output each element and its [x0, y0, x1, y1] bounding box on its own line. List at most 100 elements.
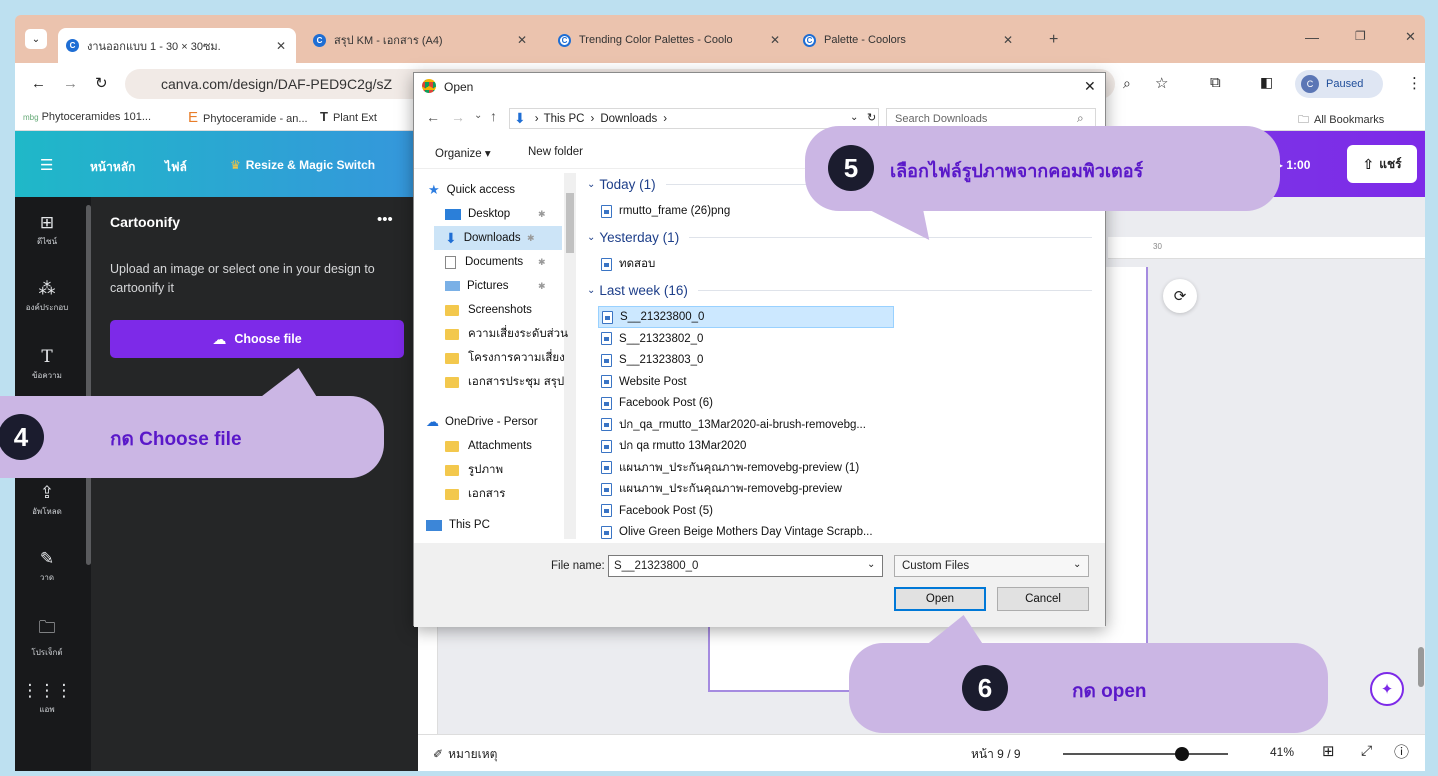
resize-magic-switch[interactable]: ♛ Resize & Magic Switch [230, 158, 375, 172]
organize-menu[interactable]: Organize ▾ [435, 146, 491, 160]
rail-projects[interactable]: 🗀 โปรเจ็กต์ [15, 615, 79, 659]
chevron-down-icon[interactable]: ⌄ [867, 559, 875, 570]
page-refresh-button[interactable]: ⟳ [1163, 279, 1197, 313]
nav-item[interactable]: This PC [426, 513, 490, 537]
file-list-scrollbar[interactable] [1097, 439, 1105, 539]
file-item[interactable]: Facebook Post (6) [601, 392, 713, 414]
file-item[interactable]: ทดสอบ [601, 253, 655, 275]
bookmark-star-icon[interactable]: ☆ [1155, 74, 1168, 92]
grid-view-icon[interactable]: ⊞ [1322, 742, 1335, 760]
nav-scrollbar[interactable] [564, 173, 576, 539]
file-menu[interactable]: ไฟล์ [165, 158, 187, 177]
new-folder-button[interactable]: New folder [528, 146, 583, 158]
nav-item[interactable]: ⬇ Downloads ✱ [434, 226, 562, 250]
file-item[interactable]: ปก qa rmutto 13Mar2020 [601, 435, 746, 457]
file-item[interactable]: แผนภาพ_ประกันคุณภาพ-removebg-preview [601, 478, 842, 500]
share-button[interactable]: ⇧ แชร์ [1347, 145, 1417, 183]
hamburger-menu-icon[interactable]: ☰ [40, 156, 53, 174]
home-link[interactable]: หน้าหลัก [90, 158, 135, 177]
cancel-button[interactable]: Cancel [997, 587, 1089, 611]
rail-elements[interactable]: ⁂ องค์ประกอบ [15, 279, 79, 314]
notes-button[interactable]: ✐ หมายเหตุ [433, 745, 497, 764]
file-item[interactable]: แผนภาพ_ประกันคุณภาพ-removebg-preview (1) [601, 457, 859, 479]
nav-item[interactable]: Desktop ✱ [445, 202, 546, 226]
zoom-slider-handle[interactable] [1174, 747, 1189, 761]
refresh-icon[interactable]: ↻ [867, 111, 876, 124]
forward-icon[interactable]: → [63, 75, 78, 92]
nav-item[interactable]: ☁ OneDrive - Persor [426, 410, 538, 434]
menu-kebab-icon[interactable]: ⋮ [1407, 74, 1422, 92]
file-item[interactable]: S__21323803_0 [601, 349, 703, 371]
choose-file-button[interactable]: ☁ Choose file [110, 320, 404, 358]
file-item[interactable]: S__21323802_0 [601, 328, 703, 350]
tab-coolors-trending[interactable]: C Trending Color Palettes - Coolo ✕ [550, 26, 790, 54]
tab-km-doc[interactable]: C สรุป KM - เอกสาร (A4) ✕ [305, 26, 537, 54]
more-options-icon[interactable]: ••• [377, 211, 393, 228]
forward-icon[interactable]: → [451, 109, 465, 125]
rail-uploads[interactable]: ⇪ อัพโหลด [15, 483, 79, 518]
rail-draw[interactable]: ✎ วาด [15, 549, 79, 584]
nav-item[interactable]: ★ Quick access [428, 178, 515, 202]
rail-design[interactable]: ⊞ ดีไซน์ [15, 213, 79, 248]
dialog-close-icon[interactable]: ✕ [1084, 78, 1096, 95]
breadcrumb-path[interactable]: ⬇ › This PC › Downloads › ⌄ ↻ [509, 108, 879, 129]
file-item[interactable]: rmutto_frame (26)png [601, 200, 730, 222]
magic-assistant-button[interactable]: ✦ [1370, 672, 1404, 706]
group-header[interactable]: ⌄ Last week (16) [587, 283, 1092, 298]
up-folder-icon[interactable]: ↑ [490, 108, 497, 124]
minimize-icon[interactable]: — [1305, 29, 1319, 45]
zoom-slider-track[interactable] [1063, 753, 1228, 755]
restore-icon[interactable]: ❐ [1355, 29, 1366, 43]
close-tab-icon[interactable]: ✕ [1003, 33, 1013, 47]
tab-canva-design[interactable]: C งานออกแบบ 1 - 30 × 30ซม. ✕ [58, 28, 296, 63]
extensions-icon[interactable]: ⧉ [1210, 74, 1221, 91]
file-item[interactable]: ปก_qa_rmutto_13Mar2020-ai-brush-removebg… [601, 414, 866, 436]
fullscreen-icon[interactable]: ⤢ [1361, 742, 1372, 759]
nav-item[interactable]: โครงการความเสี่ยง [445, 346, 565, 370]
profile-paused-button[interactable]: C Paused [1295, 70, 1383, 98]
breadcrumb-item[interactable]: This PC [544, 113, 585, 125]
page-indicator[interactable]: หน้า 9 / 9 [971, 745, 1021, 764]
zoom-icon[interactable]: ⌕ [1123, 75, 1131, 92]
rail-text[interactable]: T ข้อความ [15, 347, 79, 382]
open-button[interactable]: Open [894, 587, 986, 611]
bookmark-item[interactable]: mbg Phytoceramides 101... [23, 111, 151, 123]
nav-item[interactable]: Pictures ✱ [445, 274, 546, 298]
sidepanel-icon[interactable]: ◧ [1260, 74, 1273, 91]
file-item[interactable]: S__21323800_0 [598, 306, 894, 328]
tab-search-button[interactable]: ⌄ [25, 29, 47, 49]
new-tab-button[interactable]: + [1049, 31, 1058, 49]
timer-play-button[interactable]: ▸ 1:00 [1277, 158, 1310, 172]
file-item[interactable]: Facebook Post (5) [601, 500, 713, 522]
group-header[interactable]: ⌄ Yesterday (1) [587, 230, 1092, 245]
nav-item[interactable]: Documents ✱ [445, 250, 546, 274]
nav-item[interactable]: รูปภาพ [445, 458, 503, 482]
reload-icon[interactable]: ↻ [95, 74, 108, 92]
bookmark-item[interactable]: E Phytoceramide - an... [188, 109, 308, 126]
nav-item[interactable]: ความเสี่ยงระดับส่วน [445, 322, 568, 346]
nav-item[interactable]: เอกสาร [445, 482, 505, 506]
pin-icon: ✱ [538, 256, 546, 267]
nav-item[interactable]: เอกสารประชุม สรุป [445, 370, 564, 394]
rail-apps[interactable]: ⋮⋮⋮ แอพ [15, 681, 79, 716]
file-item[interactable]: Olive Green Beige Mothers Day Vintage Sc… [601, 521, 873, 541]
nav-item[interactable]: Screenshots [445, 298, 532, 322]
help-icon[interactable]: ⓘ [1394, 741, 1409, 762]
breadcrumb-item[interactable]: Downloads [600, 113, 657, 125]
all-bookmarks[interactable]: 🗀 All Bookmarks [1298, 111, 1384, 130]
back-icon[interactable]: ← [426, 109, 440, 125]
recent-dropdown-icon[interactable]: ⌄ [474, 110, 482, 121]
nav-item[interactable]: Attachments [445, 434, 532, 458]
bookmark-item[interactable]: T Plant Ext [320, 109, 377, 124]
close-tab-icon[interactable]: ✕ [517, 33, 527, 47]
file-type-select[interactable]: Custom Files ⌄ [894, 555, 1089, 577]
path-dropdown-icon[interactable]: ⌄ [850, 112, 858, 123]
back-icon[interactable]: ← [31, 75, 46, 92]
close-tab-icon[interactable]: ✕ [276, 39, 286, 53]
canvas-scrollbar[interactable] [1418, 647, 1424, 687]
tab-coolors-palette[interactable]: C Palette - Coolors ✕ [795, 26, 1023, 54]
file-item[interactable]: Website Post [601, 371, 687, 393]
close-tab-icon[interactable]: ✕ [770, 33, 780, 47]
close-window-icon[interactable]: ✕ [1405, 29, 1416, 45]
filename-input[interactable]: S__21323800_0 ⌄ [608, 555, 883, 577]
